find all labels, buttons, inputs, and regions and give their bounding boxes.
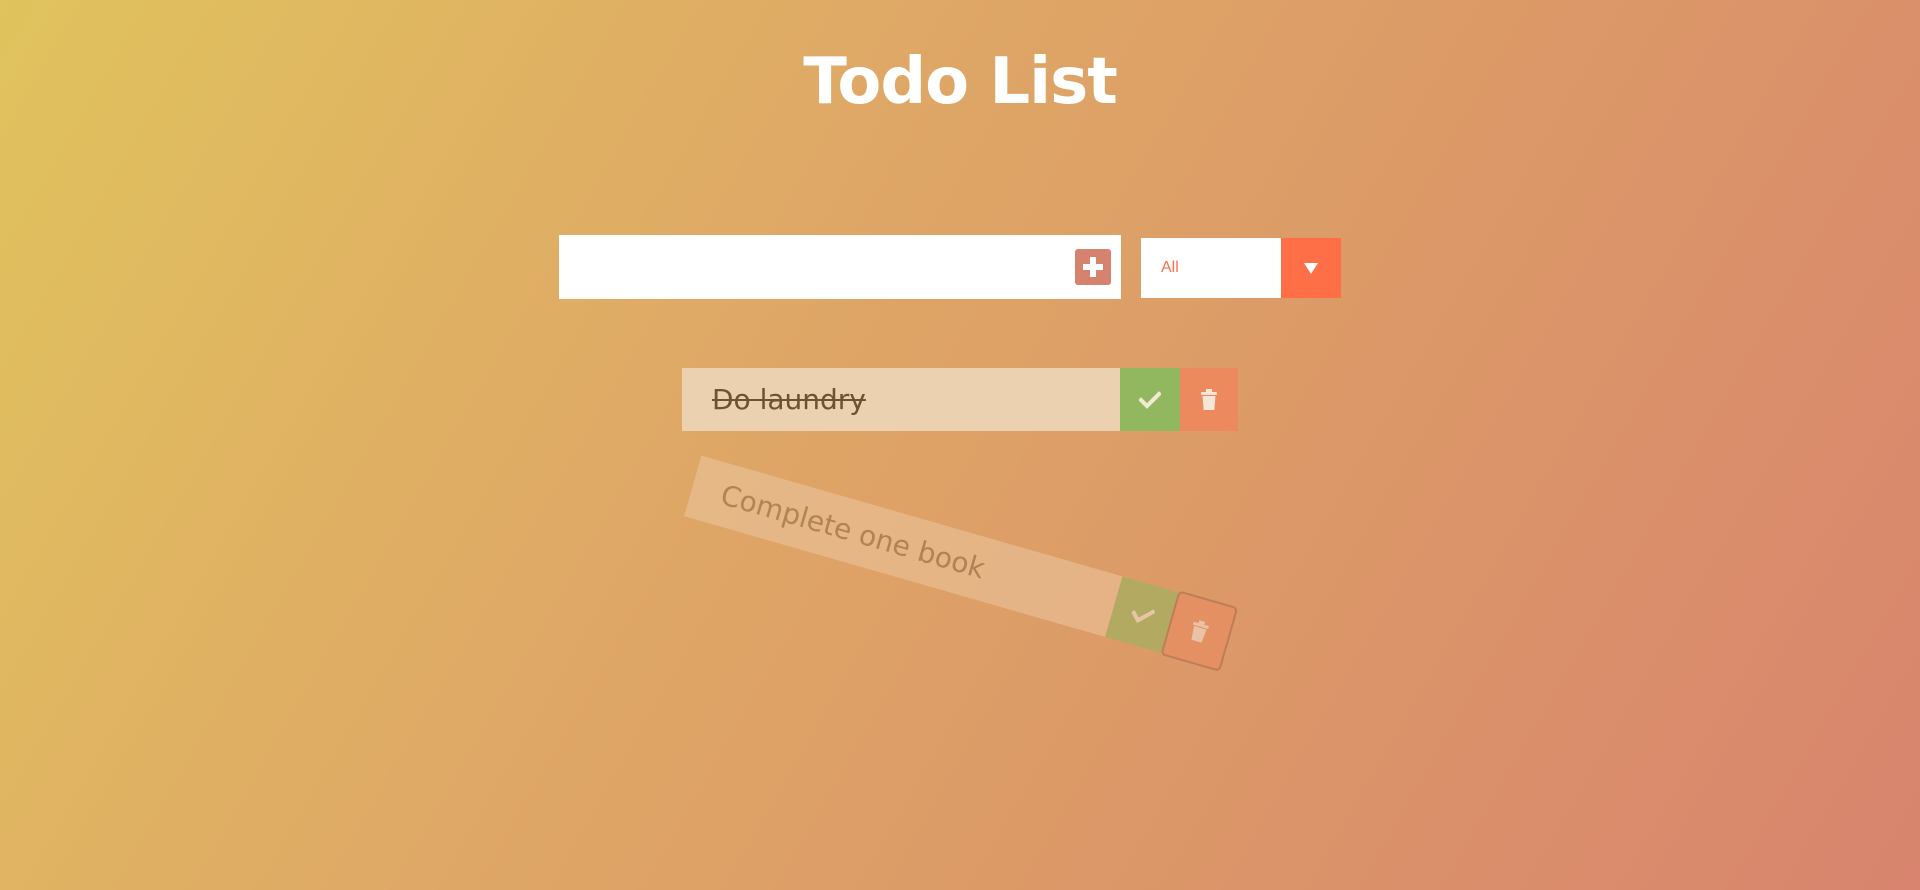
filter-select[interactable]: All	[1141, 238, 1341, 298]
page-title: Todo List	[803, 45, 1118, 119]
todo-form	[559, 235, 1121, 299]
check-icon	[1131, 608, 1156, 623]
filter-selected-value: All	[1161, 259, 1179, 276]
check-icon	[1139, 390, 1161, 409]
filter-dropdown-button[interactable]	[1281, 238, 1341, 298]
delete-button[interactable]	[1180, 368, 1238, 431]
todo-row-deleting: Complete one book	[684, 455, 1239, 672]
todo-item-text: Do laundry	[682, 368, 1120, 431]
trash-icon	[1201, 388, 1217, 410]
todo-input[interactable]	[559, 235, 1059, 299]
todo-row: Do laundry	[682, 368, 1238, 431]
trash-icon	[1191, 619, 1210, 643]
add-todo-button[interactable]	[1075, 249, 1111, 285]
triangle-down-icon	[1304, 263, 1318, 274]
todo-item-text: Complete one book	[684, 455, 1123, 637]
complete-button[interactable]	[1120, 368, 1180, 431]
plus-icon	[1083, 257, 1103, 277]
